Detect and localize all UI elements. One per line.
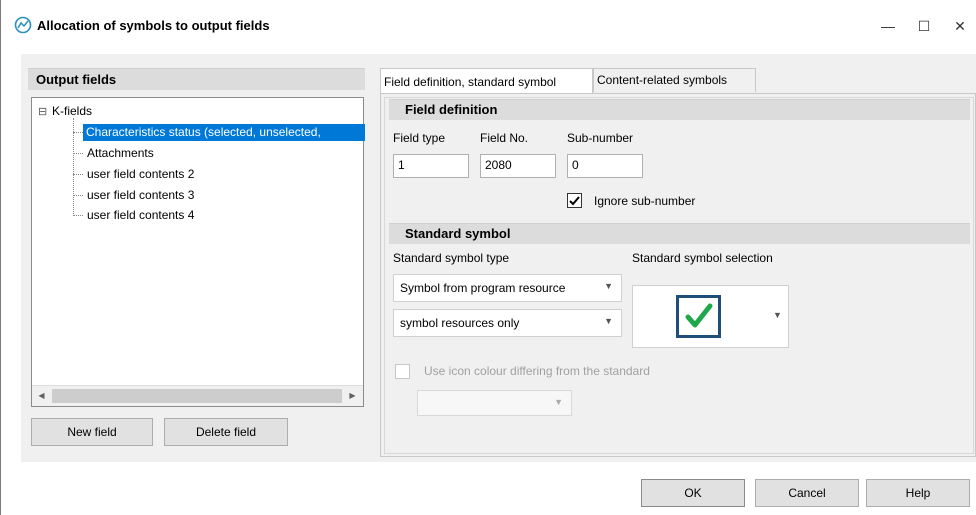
- scroll-right-button[interactable]: ▶: [344, 388, 361, 404]
- delete-field-button[interactable]: Delete field: [164, 418, 288, 446]
- tree-connector: [73, 132, 83, 133]
- use-icon-colour-label: Use icon colour differing from the stand…: [424, 364, 650, 378]
- ok-button[interactable]: OK: [641, 479, 745, 507]
- use-icon-colour-checkbox[interactable]: [395, 364, 410, 379]
- tree-connector: [73, 153, 83, 154]
- symbol-preview: [676, 295, 721, 338]
- dialog-window: Allocation of symbols to output fields —…: [0, 0, 976, 515]
- symbol-type-combo[interactable]: Symbol from program resource ▼: [393, 274, 622, 302]
- tree-item-characteristics-status[interactable]: Characteristics status (selected, unsele…: [83, 124, 365, 141]
- tree-item-user-field-4[interactable]: user field contents 4: [87, 208, 194, 222]
- tree-connector: [73, 195, 83, 196]
- ignore-sub-number-label: Ignore sub-number: [594, 194, 696, 208]
- tab-field-definition[interactable]: Field definition, standard symbol: [380, 68, 593, 94]
- tree-connector: [73, 174, 83, 175]
- tree-connector: [73, 215, 83, 216]
- standard-symbol-selection-label: Standard symbol selection: [632, 251, 773, 265]
- field-definition-header: Field definition: [389, 99, 970, 120]
- symbol-resource-combo[interactable]: symbol resources only ▼: [393, 309, 622, 337]
- output-fields-header: Output fields: [28, 68, 365, 90]
- icon-colour-combo[interactable]: ▼: [417, 390, 572, 416]
- chevron-down-icon: ▼: [604, 316, 613, 326]
- tree-item-user-field-3[interactable]: user field contents 3: [87, 188, 194, 202]
- scrollbar-thumb[interactable]: [52, 389, 342, 403]
- tree-collapse-icon[interactable]: ⊟: [38, 105, 47, 118]
- green-checkmark-icon: [685, 303, 713, 328]
- window-title: Allocation of symbols to output fields: [37, 18, 270, 33]
- field-type-label: Field type: [393, 131, 446, 145]
- chevron-down-icon: ▼: [604, 281, 613, 291]
- tab-content-related-symbols[interactable]: Content-related symbols: [593, 68, 756, 92]
- app-icon: [14, 16, 32, 34]
- maximize-button[interactable]: ☐: [913, 16, 935, 36]
- standard-symbol-header: Standard symbol: [389, 223, 970, 244]
- sub-number-label: Sub-number: [567, 131, 634, 145]
- horizontal-scrollbar[interactable]: ◀ ▶: [32, 385, 363, 406]
- help-button[interactable]: Help: [866, 479, 970, 507]
- chevron-down-icon: ▼: [554, 397, 563, 407]
- field-no-input[interactable]: 2080: [480, 154, 556, 178]
- minimize-button[interactable]: —: [877, 16, 899, 36]
- cancel-button[interactable]: Cancel: [755, 479, 859, 507]
- symbol-type-value: Symbol from program resource: [400, 281, 566, 295]
- tree-item-user-field-2[interactable]: user field contents 2: [87, 167, 194, 181]
- tree-item-attachments[interactable]: Attachments: [87, 146, 154, 160]
- field-type-input[interactable]: 1: [393, 154, 469, 178]
- chevron-down-icon: ▼: [773, 310, 782, 320]
- symbol-selection-combo[interactable]: ▼: [632, 285, 789, 348]
- field-no-label: Field No.: [480, 131, 529, 145]
- close-button[interactable]: ✕: [949, 16, 971, 36]
- checkmark-icon: [569, 196, 580, 206]
- output-fields-tree[interactable]: ⊟ K-fields Characteristics status (selec…: [31, 97, 365, 407]
- symbol-resource-value: symbol resources only: [400, 316, 520, 330]
- new-field-button[interactable]: New field: [31, 418, 153, 446]
- sub-number-input[interactable]: 0: [567, 154, 643, 178]
- tree-root-kfields[interactable]: K-fields: [52, 104, 92, 118]
- scroll-left-button[interactable]: ◀: [33, 388, 50, 404]
- title-bar: Allocation of symbols to output fields —…: [1, 0, 976, 54]
- standard-symbol-type-label: Standard symbol type: [393, 251, 510, 265]
- ignore-sub-number-checkbox[interactable]: [567, 193, 582, 208]
